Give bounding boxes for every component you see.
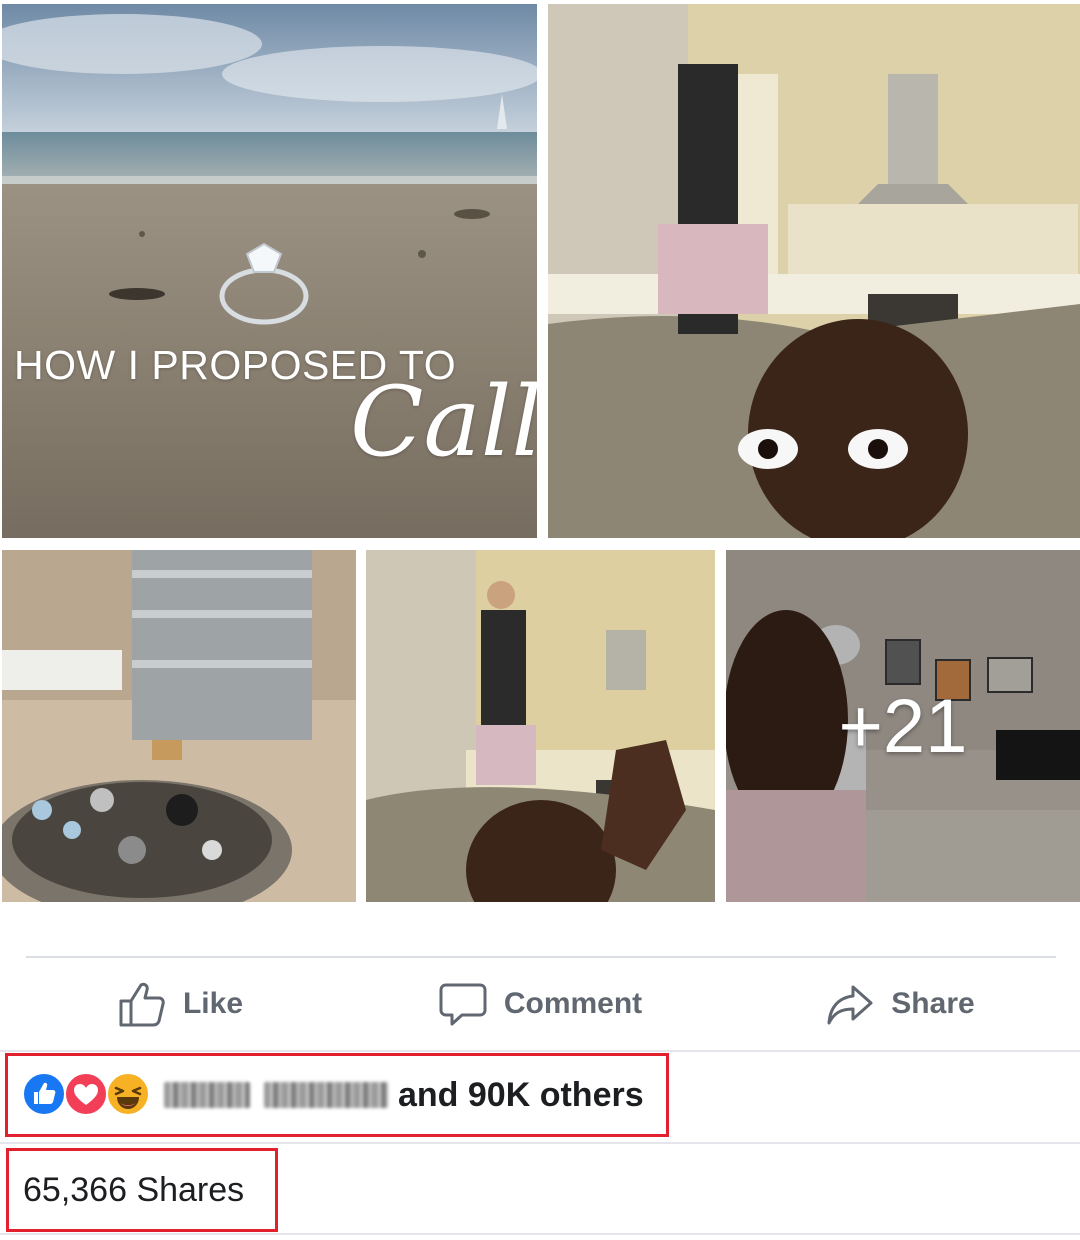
share-button[interactable]: Share xyxy=(720,966,1080,1042)
more-photos-count: +21 xyxy=(838,683,968,769)
like-button[interactable]: Like xyxy=(0,966,360,1042)
comment-button[interactable]: Comment xyxy=(360,966,720,1042)
kitchen-wave-image xyxy=(366,550,715,902)
shares-count[interactable]: 65,366 Shares xyxy=(6,1148,278,1232)
thumbs-up-icon xyxy=(119,982,165,1027)
love-reaction-icon xyxy=(64,1072,108,1116)
reaction-icons xyxy=(22,1072,154,1118)
reactions-summary[interactable]: and 90K others xyxy=(5,1053,669,1137)
reactions-top-divider xyxy=(0,1050,1080,1052)
shares-bottom-divider xyxy=(0,1233,1080,1235)
kitchen-wave-photo[interactable] xyxy=(366,550,715,902)
jewellery-dish-photo[interactable] xyxy=(2,550,356,902)
action-bar-top-divider xyxy=(26,956,1056,958)
share-button-label: Share xyxy=(891,987,975,1020)
facebook-post: HOW I PROPOSED TO Cally xyxy=(0,0,1080,1240)
jewellery-dish-image xyxy=(2,550,356,902)
comment-button-label: Comment xyxy=(503,987,643,1020)
beach-ring-title-photo[interactable]: HOW I PROPOSED TO Cally xyxy=(2,4,537,538)
like-button-label: Like xyxy=(182,987,244,1020)
kitchen-selfie-photo[interactable] xyxy=(548,4,1080,538)
haha-reaction-icon xyxy=(106,1072,150,1116)
post-title-script: Cally xyxy=(350,366,537,478)
blurred-friend-name xyxy=(164,1082,388,1108)
like-reaction-icon xyxy=(22,1072,66,1116)
blurred-last-name xyxy=(264,1082,388,1108)
post-action-bar: Like Comment Share xyxy=(0,966,1080,1042)
living-room-selfie-photo[interactable]: +21 xyxy=(726,550,1080,902)
comment-bubble-icon xyxy=(439,983,487,1026)
blurred-first-name xyxy=(164,1082,250,1108)
reactions-count-text: and 90K others xyxy=(398,1075,644,1114)
kitchen-selfie-image xyxy=(548,4,1080,538)
shares-top-divider xyxy=(0,1142,1080,1144)
share-arrow-icon xyxy=(827,985,873,1025)
